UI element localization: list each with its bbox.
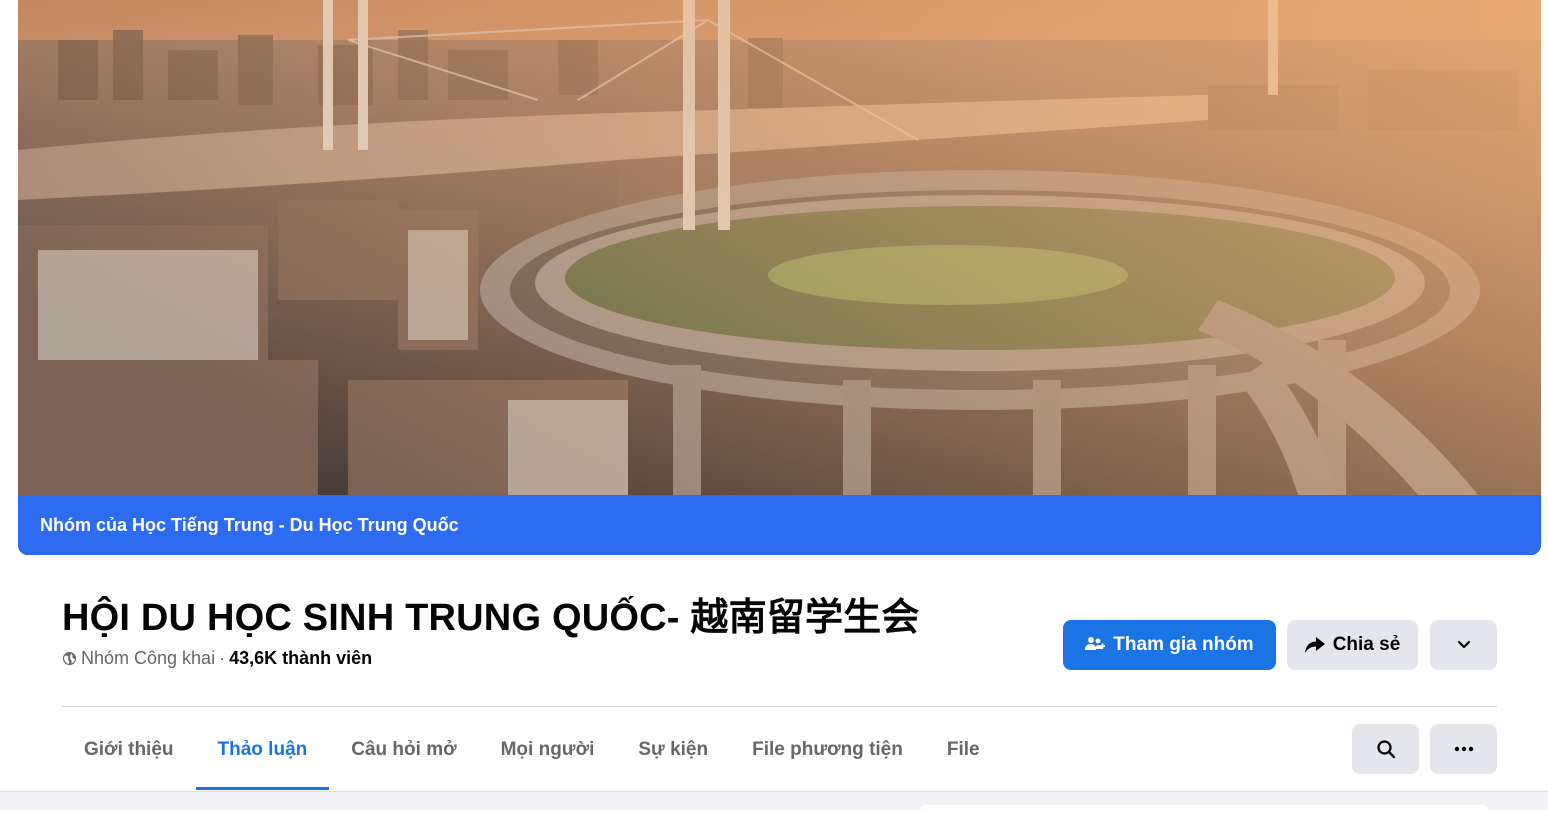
cover-photo (18, 0, 1541, 495)
tab-file[interactable]: File (925, 710, 1002, 790)
feed-background (0, 791, 1548, 813)
cover-photo-container: Nhóm của Học Tiếng Trung - Du Học Trung … (18, 0, 1541, 555)
tab-moi-nguoi[interactable]: Mọi người (479, 710, 617, 790)
tab-label: Giới thiệu (84, 739, 174, 760)
more-dots-icon (1454, 746, 1473, 752)
group-meta: Nhóm Công khai · 43,6K thành viên (62, 648, 372, 669)
tab-label: Sự kiện (638, 739, 709, 760)
feed-card-top (918, 805, 1490, 813)
globe-icon (62, 651, 77, 666)
tab-su-kien[interactable]: Sự kiện (616, 710, 730, 790)
more-actions-button[interactable] (1430, 620, 1497, 670)
tab-thao-luan[interactable]: Thảo luận (195, 710, 330, 790)
share-arrow-icon (1304, 637, 1325, 653)
group-add-icon (1085, 637, 1106, 650)
group-title: HỘI DU HỌC SINH TRUNG QUỐC- 越南留学生会 (62, 597, 920, 639)
group-member-count[interactable]: 43,6K thành viên (229, 648, 372, 669)
meta-separator: · (219, 648, 226, 668)
cover-banner-text[interactable]: Nhóm của Học Tiếng Trung - Du Học Trung … (40, 515, 459, 536)
feed-edge (0, 791, 1548, 792)
tab-label: Mọi người (500, 739, 595, 760)
search-button[interactable] (1352, 724, 1419, 774)
chevron-down-icon (1457, 640, 1470, 649)
tab-file-phuong-tien[interactable]: File phương tiện (730, 710, 925, 790)
group-privacy: Nhóm Công khai (81, 648, 216, 668)
header-divider (62, 706, 1497, 707)
tab-gioi-thieu[interactable]: Giới thiệu (62, 710, 196, 790)
tabs-more-button[interactable] (1430, 724, 1497, 774)
share-button[interactable]: Chia sẻ (1287, 620, 1418, 670)
tab-label: File (946, 739, 980, 760)
join-group-button[interactable]: Tham gia nhóm (1063, 620, 1276, 670)
tab-label: Câu hỏi mở (351, 739, 457, 760)
search-icon (1376, 740, 1395, 759)
tab-label: Thảo luận (217, 739, 308, 760)
group-tabs: Giới thiệu Thảo luận Câu hỏi mở Mọi ngườ… (62, 710, 1002, 790)
tab-cau-hoi-mo[interactable]: Câu hỏi mở (329, 710, 478, 790)
share-label: Chia sẻ (1332, 634, 1401, 655)
cover-banner[interactable]: Nhóm của Học Tiếng Trung - Du Học Trung … (18, 495, 1541, 555)
join-group-label: Tham gia nhóm (1113, 634, 1254, 655)
tab-label: File phương tiện (752, 739, 903, 760)
